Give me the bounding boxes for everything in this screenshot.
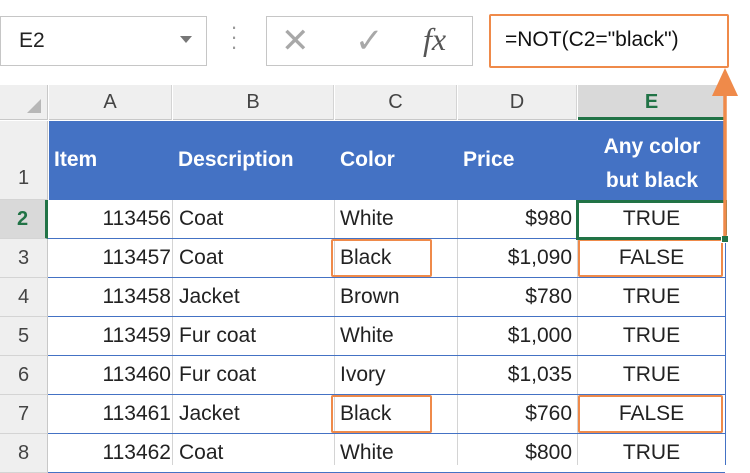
column-header-a[interactable]: A: [49, 85, 172, 120]
select-all-corner[interactable]: [0, 85, 48, 120]
cell-price[interactable]: $800: [458, 434, 572, 472]
row-header-1[interactable]: 1: [0, 121, 48, 200]
cell-description[interactable]: Coat: [179, 239, 329, 277]
cancel-icon[interactable]: ✕: [281, 21, 310, 61]
cell-result[interactable]: TRUE: [578, 278, 725, 316]
highlight-false-e7: [578, 395, 723, 433]
cell-color[interactable]: Brown: [340, 278, 452, 316]
insert-function-icon[interactable]: fx: [423, 21, 446, 58]
formula-text: =NOT(C2="black"): [505, 28, 679, 51]
row-header[interactable]: 3: [0, 239, 48, 278]
cell-description[interactable]: Coat: [179, 200, 329, 238]
cell-description[interactable]: Fur coat: [179, 356, 329, 394]
cell-item[interactable]: 113460: [49, 356, 171, 394]
cell-item[interactable]: 113457: [49, 239, 171, 277]
cell-color[interactable]: White: [340, 317, 452, 355]
formula-buttons: ✕ ✓ fx: [266, 16, 473, 66]
row-header[interactable]: 8: [0, 434, 48, 473]
row-header[interactable]: 7: [0, 395, 48, 434]
cell-price[interactable]: $1,090: [458, 239, 572, 277]
formula-bar[interactable]: =NOT(C2="black"): [489, 14, 729, 68]
cell-item[interactable]: 113458: [49, 278, 171, 316]
row-header[interactable]: 2: [0, 200, 48, 239]
highlight-black-c7: [331, 395, 432, 433]
enter-icon[interactable]: ✓: [355, 21, 384, 61]
cell-description[interactable]: Jacket: [179, 278, 329, 316]
select-all-icon: [27, 99, 41, 113]
callout-arrow-icon: [712, 68, 738, 236]
cell-item[interactable]: 113456: [49, 200, 171, 238]
cell-result[interactable]: TRUE: [578, 434, 725, 472]
header-description[interactable]: Description: [178, 121, 334, 200]
cell-description[interactable]: Coat: [179, 434, 329, 472]
cell-description[interactable]: Jacket: [179, 395, 329, 433]
column-header-c[interactable]: C: [335, 85, 457, 120]
row-header[interactable]: 5: [0, 317, 48, 356]
cell-item[interactable]: 113462: [49, 434, 171, 472]
column-header-d[interactable]: D: [458, 85, 577, 120]
gridline: [172, 200, 173, 465]
cell-description[interactable]: Fur coat: [179, 317, 329, 355]
cell-item[interactable]: 113459: [49, 317, 171, 355]
header-price[interactable]: Price: [463, 121, 577, 200]
cell-price[interactable]: $1,000: [458, 317, 572, 355]
cell-result[interactable]: TRUE: [578, 317, 725, 355]
highlight-black-c3: [331, 239, 432, 277]
column-header-b[interactable]: B: [173, 85, 334, 120]
header-color[interactable]: Color: [340, 121, 457, 200]
name-box-value: E2: [19, 29, 45, 52]
row-header[interactable]: 4: [0, 278, 48, 317]
cell-price[interactable]: $1,035: [458, 356, 572, 394]
header-item[interactable]: Item: [54, 121, 172, 200]
row-header[interactable]: 6: [0, 356, 48, 395]
cell-price[interactable]: $760: [458, 395, 572, 433]
name-box[interactable]: E2: [0, 16, 207, 66]
cell-result[interactable]: TRUE: [578, 356, 725, 394]
highlight-false-e3: [578, 239, 723, 277]
cell-color[interactable]: Ivory: [340, 356, 452, 394]
cell-price[interactable]: $780: [458, 278, 572, 316]
drag-handle-icon[interactable]: · · ·: [228, 16, 240, 58]
chevron-down-icon[interactable]: [180, 36, 192, 43]
cell-color[interactable]: White: [340, 200, 452, 238]
cell-item[interactable]: 113461: [49, 395, 171, 433]
cell-price[interactable]: $980: [458, 200, 572, 238]
cell-color[interactable]: White: [340, 434, 452, 472]
